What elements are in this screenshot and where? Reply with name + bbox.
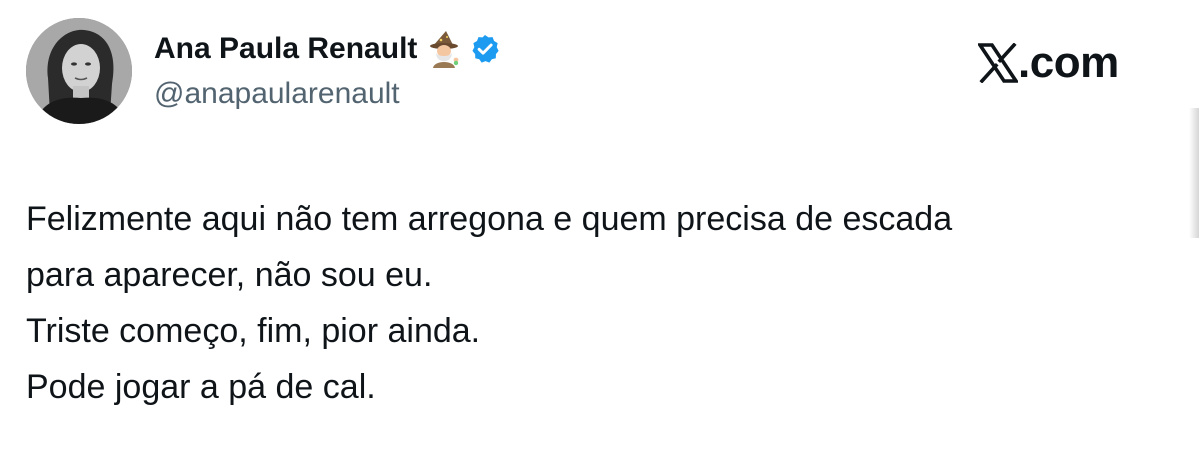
tweet-card: Ana Paula Renault @anapaularenault .com … <box>0 0 1199 462</box>
x-logo-icon <box>978 43 1018 83</box>
tweet-line: Pode jogar a pá de cal. <box>26 368 376 406</box>
verified-badge-icon <box>469 33 501 65</box>
user-handle[interactable]: @anapaularenault <box>154 74 501 114</box>
author-block: Ana Paula Renault @anapaularenault <box>154 28 501 128</box>
tweet-line: Triste começo, fim, pior ainda. <box>26 312 481 350</box>
display-name[interactable]: Ana Paula Renault <box>154 28 417 70</box>
tweet-line: Felizmente aqui não tem arregona e quem … <box>26 200 953 238</box>
brand-domain-text: .com <box>1018 38 1119 87</box>
name-row: Ana Paula Renault <box>154 28 501 70</box>
tweet-line: para aparecer, não sou eu. <box>26 256 433 294</box>
tweet-text: Felizmente aqui não tem arregona e quem … <box>26 191 1176 415</box>
avatar[interactable] <box>26 18 132 124</box>
mage-emoji-icon <box>427 30 461 68</box>
right-edge-shadow <box>1189 108 1199 238</box>
avatar-image <box>26 18 132 124</box>
x-com-brand: .com <box>978 38 1119 88</box>
